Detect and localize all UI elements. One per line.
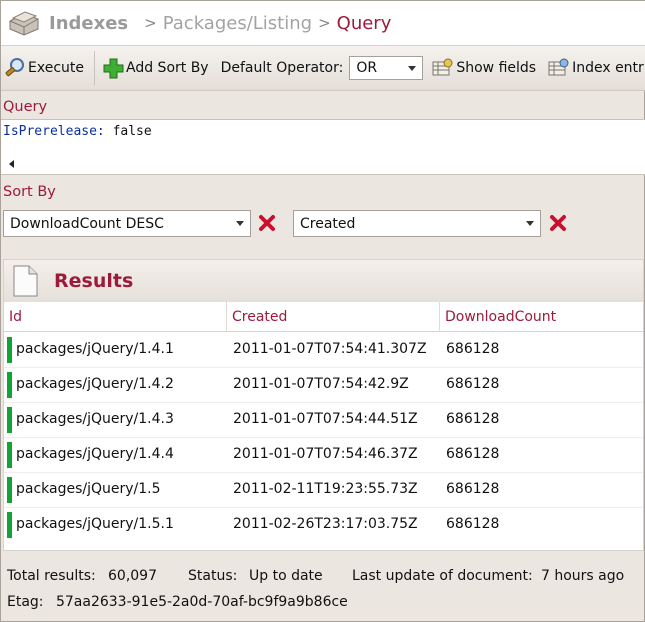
breadcrumb-indexes[interactable]: Indexes xyxy=(49,13,128,34)
last-update-value: 7 hours ago xyxy=(541,568,625,584)
cell-download-count: 686128 xyxy=(446,516,500,532)
remove-sort-icon[interactable] xyxy=(257,213,277,233)
add-sort-by-button[interactable]: Add Sort By xyxy=(103,58,209,79)
cell-created: 2011-01-07T07:54:42.9Z xyxy=(233,376,409,392)
breadcrumb-index-name[interactable]: Packages/Listing xyxy=(163,13,312,34)
results-panel: Results Id Created DownloadCount package… xyxy=(3,259,644,551)
query-value: false xyxy=(112,124,152,139)
row-status-indicator xyxy=(7,512,12,538)
row-status-indicator xyxy=(7,407,12,433)
cell-created: 2011-02-26T23:17:03.75Z xyxy=(233,516,418,532)
breadcrumb-separator: > xyxy=(318,14,331,32)
breadcrumb-separator: > xyxy=(144,14,157,32)
column-divider[interactable] xyxy=(439,302,440,332)
results-title: Results xyxy=(54,270,134,292)
execute-search-icon xyxy=(5,58,24,77)
index-entries-icon xyxy=(548,58,569,76)
cell-id: packages/jQuery/1.5 xyxy=(16,481,161,497)
cell-created: 2011-02-11T19:23:55.73Z xyxy=(233,481,418,497)
document-icon xyxy=(13,265,38,297)
cell-id: packages/jQuery/1.4.2 xyxy=(16,376,174,392)
execute-label: Execute xyxy=(28,60,84,76)
cell-download-count: 686128 xyxy=(446,446,500,462)
cell-id: packages/jQuery/1.4.4 xyxy=(16,446,174,462)
cell-created: 2011-01-07T07:54:41.307Z xyxy=(233,341,427,357)
row-status-indicator xyxy=(7,477,12,503)
cell-download-count: 686128 xyxy=(446,411,500,427)
chevron-down-icon xyxy=(526,221,534,226)
default-operator-select[interactable]: OR xyxy=(349,56,424,80)
row-status-indicator xyxy=(7,337,12,363)
cell-download-count: 686128 xyxy=(446,481,500,497)
result-row[interactable]: packages/jQuery/1.4.1 2011-01-07T07:54:4… xyxy=(4,333,643,368)
status-value: Up to date xyxy=(249,568,323,584)
result-row[interactable]: packages/jQuery/1.4.2 2011-01-07T07:54:4… xyxy=(4,368,643,403)
show-fields-icon xyxy=(432,58,453,76)
etag-value: 57aa2633-91e5-2a0d-70af-bc9f9a9b86ce xyxy=(55,594,348,610)
status-label: Status: xyxy=(188,568,238,584)
column-header-download-count[interactable]: DownloadCount xyxy=(445,309,556,325)
query-editor[interactable]: IsPrerelease: false xyxy=(1,119,645,175)
results-column-headers: Id Created DownloadCount xyxy=(4,302,643,332)
total-results-label: Total results: xyxy=(7,568,96,584)
index-entries-label: Index entr xyxy=(572,60,644,76)
execute-button[interactable]: Execute xyxy=(4,57,84,79)
result-row[interactable]: packages/jQuery/1.5 2011-02-11T19:23:55.… xyxy=(4,473,643,508)
remove-sort-icon[interactable] xyxy=(548,213,568,233)
show-fields-button[interactable]: Show fields xyxy=(432,58,536,78)
query-text: IsPrerelease: false xyxy=(3,124,152,139)
row-status-indicator xyxy=(7,442,12,468)
add-sort-by-label: Add Sort By xyxy=(126,60,209,76)
database-icon xyxy=(9,11,39,36)
status-footer: Total results: 60,097 Status: Up to date… xyxy=(1,561,645,622)
default-operator-label: Default Operator: xyxy=(220,60,344,76)
cell-created: 2011-01-07T07:54:46.37Z xyxy=(233,446,418,462)
cell-id: packages/jQuery/1.4.3 xyxy=(16,411,174,427)
sort-field-select-2[interactable]: Created xyxy=(293,210,541,237)
default-operator-value: OR xyxy=(356,60,378,76)
etag-label: Etag: xyxy=(7,594,44,610)
cell-created: 2011-01-07T07:54:44.51Z xyxy=(233,411,418,427)
sort-field-select-1[interactable]: DownloadCount DESC xyxy=(3,210,251,237)
row-status-indicator xyxy=(7,372,12,398)
column-header-id[interactable]: Id xyxy=(9,309,22,325)
sort-field-value-2: Created xyxy=(300,215,356,232)
etag-line: Etag: 57aa2633-91e5-2a0d-70af-bc9f9a9b86… xyxy=(7,594,348,610)
header: Indexes > Packages/Listing > Query xyxy=(1,1,645,45)
result-row[interactable]: packages/jQuery/1.4.3 2011-01-07T07:54:4… xyxy=(4,403,643,438)
cell-id: packages/jQuery/1.5.1 xyxy=(16,516,174,532)
sort-by-label: Sort By xyxy=(3,184,56,200)
query-label: Query xyxy=(3,99,48,115)
column-header-created[interactable]: Created xyxy=(232,309,287,325)
scroll-left-arrow-icon[interactable] xyxy=(9,160,14,168)
toolbar: Execute Add Sort By Default Operator: OR… xyxy=(1,45,645,91)
sort-field-value-1: DownloadCount DESC xyxy=(10,215,164,232)
cell-download-count: 686128 xyxy=(446,376,500,392)
column-divider[interactable] xyxy=(226,302,227,332)
query-field: IsPrerelease: xyxy=(3,124,105,139)
cell-id: packages/jQuery/1.4.1 xyxy=(16,341,174,357)
results-header: Results xyxy=(4,260,643,302)
index-entries-button[interactable]: Index entr xyxy=(548,58,644,78)
result-row[interactable]: packages/jQuery/1.5.1 2011-02-26T23:17:0… xyxy=(4,508,643,543)
total-results-value: 60,097 xyxy=(108,568,157,584)
breadcrumb-current: Query xyxy=(336,12,392,34)
chevron-down-icon xyxy=(408,65,417,71)
cell-download-count: 686128 xyxy=(446,341,500,357)
chevron-down-icon xyxy=(236,221,244,226)
toolbar-divider xyxy=(94,51,95,85)
show-fields-label: Show fields xyxy=(456,60,537,76)
add-icon xyxy=(103,58,124,78)
result-row[interactable]: packages/jQuery/1.4.4 2011-01-07T07:54:4… xyxy=(4,438,643,473)
last-update-label: Last update of document: xyxy=(352,568,533,584)
